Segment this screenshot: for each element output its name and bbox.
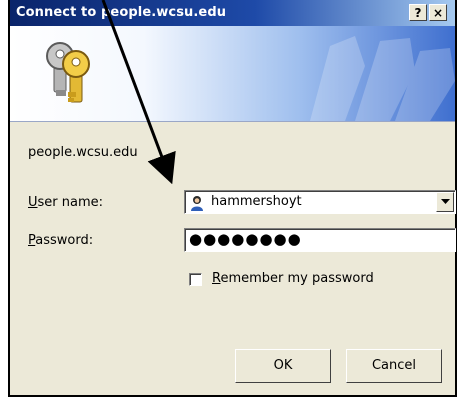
title-bar[interactable]: Connect to people.wcsu.edu ? ×	[10, 0, 455, 26]
ok-button[interactable]: OK	[235, 349, 331, 383]
password-label-text: assword:	[35, 233, 94, 248]
username-label: User name:	[28, 195, 103, 210]
username-combobox[interactable]: hammershoyt	[184, 190, 456, 214]
password-label: Password:	[28, 233, 93, 248]
username-label-text: ser name:	[37, 195, 104, 210]
username-dropdown-button[interactable]	[436, 192, 454, 212]
dropdown-arrow-icon	[441, 199, 450, 204]
username-mnemonic: U	[28, 195, 38, 210]
header-banner	[10, 26, 455, 122]
remember-label-text: emember my password	[220, 271, 374, 286]
user-icon	[191, 196, 203, 211]
connect-dialog: Connect to people.wcsu.edu ? × people.wc…	[8, 0, 457, 397]
username-value: hammershoyt	[211, 194, 302, 209]
remember-password-checkbox[interactable]	[189, 273, 202, 286]
window-title: Connect to people.wcsu.edu	[16, 5, 227, 20]
cancel-button[interactable]: Cancel	[346, 349, 442, 383]
server-name: people.wcsu.edu	[28, 145, 138, 160]
keys-icon	[46, 42, 90, 103]
help-icon[interactable]: ?	[409, 4, 427, 21]
password-field[interactable]: ●●●●●●●●	[184, 228, 456, 252]
close-icon[interactable]: ×	[429, 4, 447, 21]
password-value: ●●●●●●●●	[189, 230, 302, 248]
remember-password-label[interactable]: Remember my password	[212, 271, 374, 286]
